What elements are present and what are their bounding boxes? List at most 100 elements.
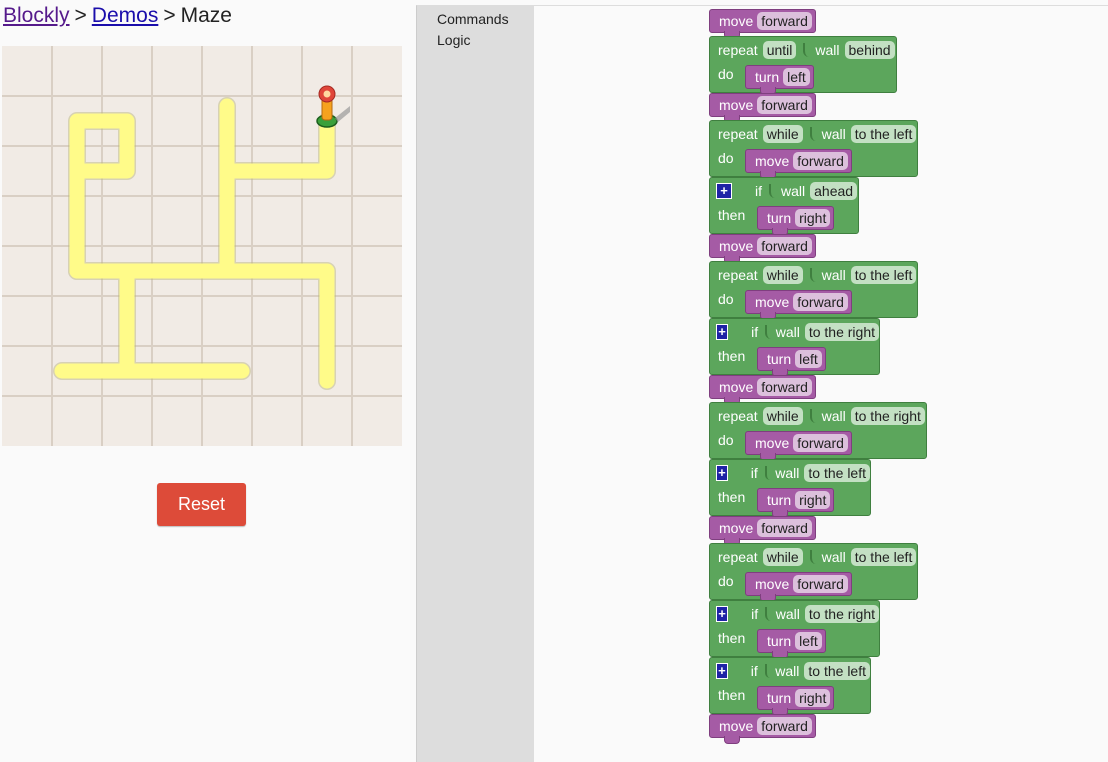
turn-block[interactable]: turn right (757, 488, 835, 518)
move-block[interactable]: move forward (709, 93, 816, 123)
repeat-keyword: repeat (718, 42, 758, 58)
wall-keyword: wall (775, 465, 800, 481)
wall-keyword: wall (775, 606, 800, 622)
do-label: do (718, 66, 734, 82)
repeat-header: repeat while wall to the right (710, 403, 926, 429)
wall-direction-dropdown[interactable]: to the left (850, 125, 917, 143)
if-keyword: if (750, 663, 758, 679)
wall-direction-dropdown[interactable]: ahead (810, 182, 858, 200)
repeat-mode-dropdown[interactable]: while (762, 266, 803, 284)
wall-keyword: wall (821, 408, 846, 424)
toolbox-category-commands[interactable]: Commands (437, 11, 509, 27)
input-plug-icon (764, 466, 771, 480)
turn-direction-dropdown[interactable]: right (795, 209, 831, 227)
wall-direction-dropdown[interactable]: to the left (850, 548, 917, 566)
toolbox: Commands Logic (417, 6, 534, 762)
turn-keyword: turn (767, 690, 792, 706)
if-keyword: if (751, 324, 759, 340)
turn-direction-dropdown[interactable]: left (795, 632, 822, 650)
repeat-mode-dropdown[interactable]: until (762, 41, 797, 59)
move-block[interactable]: move forward (709, 516, 816, 546)
repeat-header: repeat until wall behind (710, 37, 896, 63)
input-plug-icon (809, 550, 817, 564)
move-direction-dropdown[interactable]: forward (757, 717, 812, 735)
move-direction-dropdown[interactable]: forward (757, 12, 812, 30)
do-label: do (718, 573, 734, 589)
block-connector (724, 736, 740, 744)
wall-direction-dropdown[interactable]: to the right (804, 323, 879, 341)
if-header: + if wall to the left (710, 658, 870, 684)
turn-direction-dropdown[interactable]: left (795, 350, 822, 368)
move-block[interactable]: move forward (745, 572, 852, 602)
input-plug-icon (769, 184, 776, 198)
move-direction-dropdown[interactable]: forward (757, 519, 812, 537)
wall-direction-dropdown[interactable]: to the left (804, 464, 870, 482)
breadcrumb-link-blockly[interactable]: Blockly (3, 4, 70, 27)
move-block[interactable]: move forward (709, 375, 816, 405)
turn-block[interactable]: turn right (757, 206, 835, 236)
move-keyword: move (755, 294, 790, 310)
mutator-plus-icon[interactable]: + (716, 324, 729, 340)
move-keyword: move (719, 97, 754, 113)
mutator-plus-icon[interactable]: + (716, 606, 729, 622)
wall-direction-dropdown[interactable]: to the right (850, 407, 925, 425)
wall-keyword: wall (815, 42, 840, 58)
move-direction-dropdown[interactable]: forward (793, 293, 848, 311)
wall-direction-dropdown[interactable]: behind (844, 41, 895, 59)
turn-block[interactable]: turn left (745, 65, 814, 95)
move-keyword: move (719, 520, 754, 536)
move-block[interactable]: move forward (709, 234, 816, 264)
move-keyword: move (719, 238, 754, 254)
move-block[interactable]: move forward (709, 714, 816, 744)
move-direction-dropdown[interactable]: forward (757, 96, 812, 114)
turn-block[interactable]: turn left (757, 629, 826, 659)
move-block[interactable]: move forward (709, 9, 816, 39)
repeat-mode-dropdown[interactable]: while (762, 125, 803, 143)
repeat-keyword: repeat (718, 267, 758, 283)
turn-direction-dropdown[interactable]: right (795, 491, 831, 509)
turn-keyword: turn (755, 69, 780, 85)
if-header: + if wall to the right (710, 601, 879, 627)
move-block[interactable]: move forward (745, 149, 852, 179)
move-direction-dropdown[interactable]: forward (757, 237, 812, 255)
move-direction-dropdown[interactable]: forward (793, 575, 848, 593)
turn-direction-dropdown[interactable]: right (795, 689, 831, 707)
input-plug-icon (809, 409, 817, 423)
move-direction-dropdown[interactable]: forward (757, 378, 812, 396)
wall-direction-dropdown[interactable]: to the left (804, 662, 870, 680)
then-label: then (718, 489, 746, 505)
do-label: do (718, 150, 734, 166)
repeat-mode-dropdown[interactable]: while (762, 407, 803, 425)
mutator-plus-icon[interactable]: + (716, 663, 728, 679)
repeat-keyword: repeat (718, 408, 758, 424)
breadcrumb-link-demos[interactable]: Demos (92, 4, 159, 27)
mutator-plus-icon[interactable]: + (716, 465, 728, 481)
page-title: Maze (180, 4, 232, 27)
repeat-header: repeat while wall to the left (710, 262, 917, 288)
input-plug-icon (809, 268, 817, 282)
move-block[interactable]: move forward (745, 290, 852, 320)
move-direction-dropdown[interactable]: forward (793, 434, 848, 452)
move-keyword: move (719, 13, 754, 29)
wall-direction-dropdown[interactable]: to the right (804, 605, 879, 623)
toolbox-category-logic[interactable]: Logic (437, 32, 470, 48)
maze-board (2, 46, 402, 446)
move-block[interactable]: move forward (745, 431, 852, 461)
wall-direction-dropdown[interactable]: to the left (850, 266, 917, 284)
turn-keyword: turn (767, 210, 792, 226)
turn-block[interactable]: turn left (757, 347, 826, 377)
if-keyword: if (755, 183, 762, 199)
mutator-plus-icon[interactable]: + (716, 183, 732, 199)
move-keyword: move (755, 435, 790, 451)
repeat-keyword: repeat (718, 549, 758, 565)
reset-button[interactable]: Reset (157, 483, 246, 526)
then-label: then (718, 687, 746, 703)
input-plug-icon (764, 664, 771, 678)
turn-block[interactable]: turn right (757, 686, 835, 716)
repeat-mode-dropdown[interactable]: while (762, 548, 803, 566)
turn-direction-dropdown[interactable]: left (783, 68, 810, 86)
then-label: then (718, 630, 746, 646)
if-header: + if wall ahead (710, 178, 858, 204)
turn-keyword: turn (767, 351, 792, 367)
move-direction-dropdown[interactable]: forward (793, 152, 848, 170)
